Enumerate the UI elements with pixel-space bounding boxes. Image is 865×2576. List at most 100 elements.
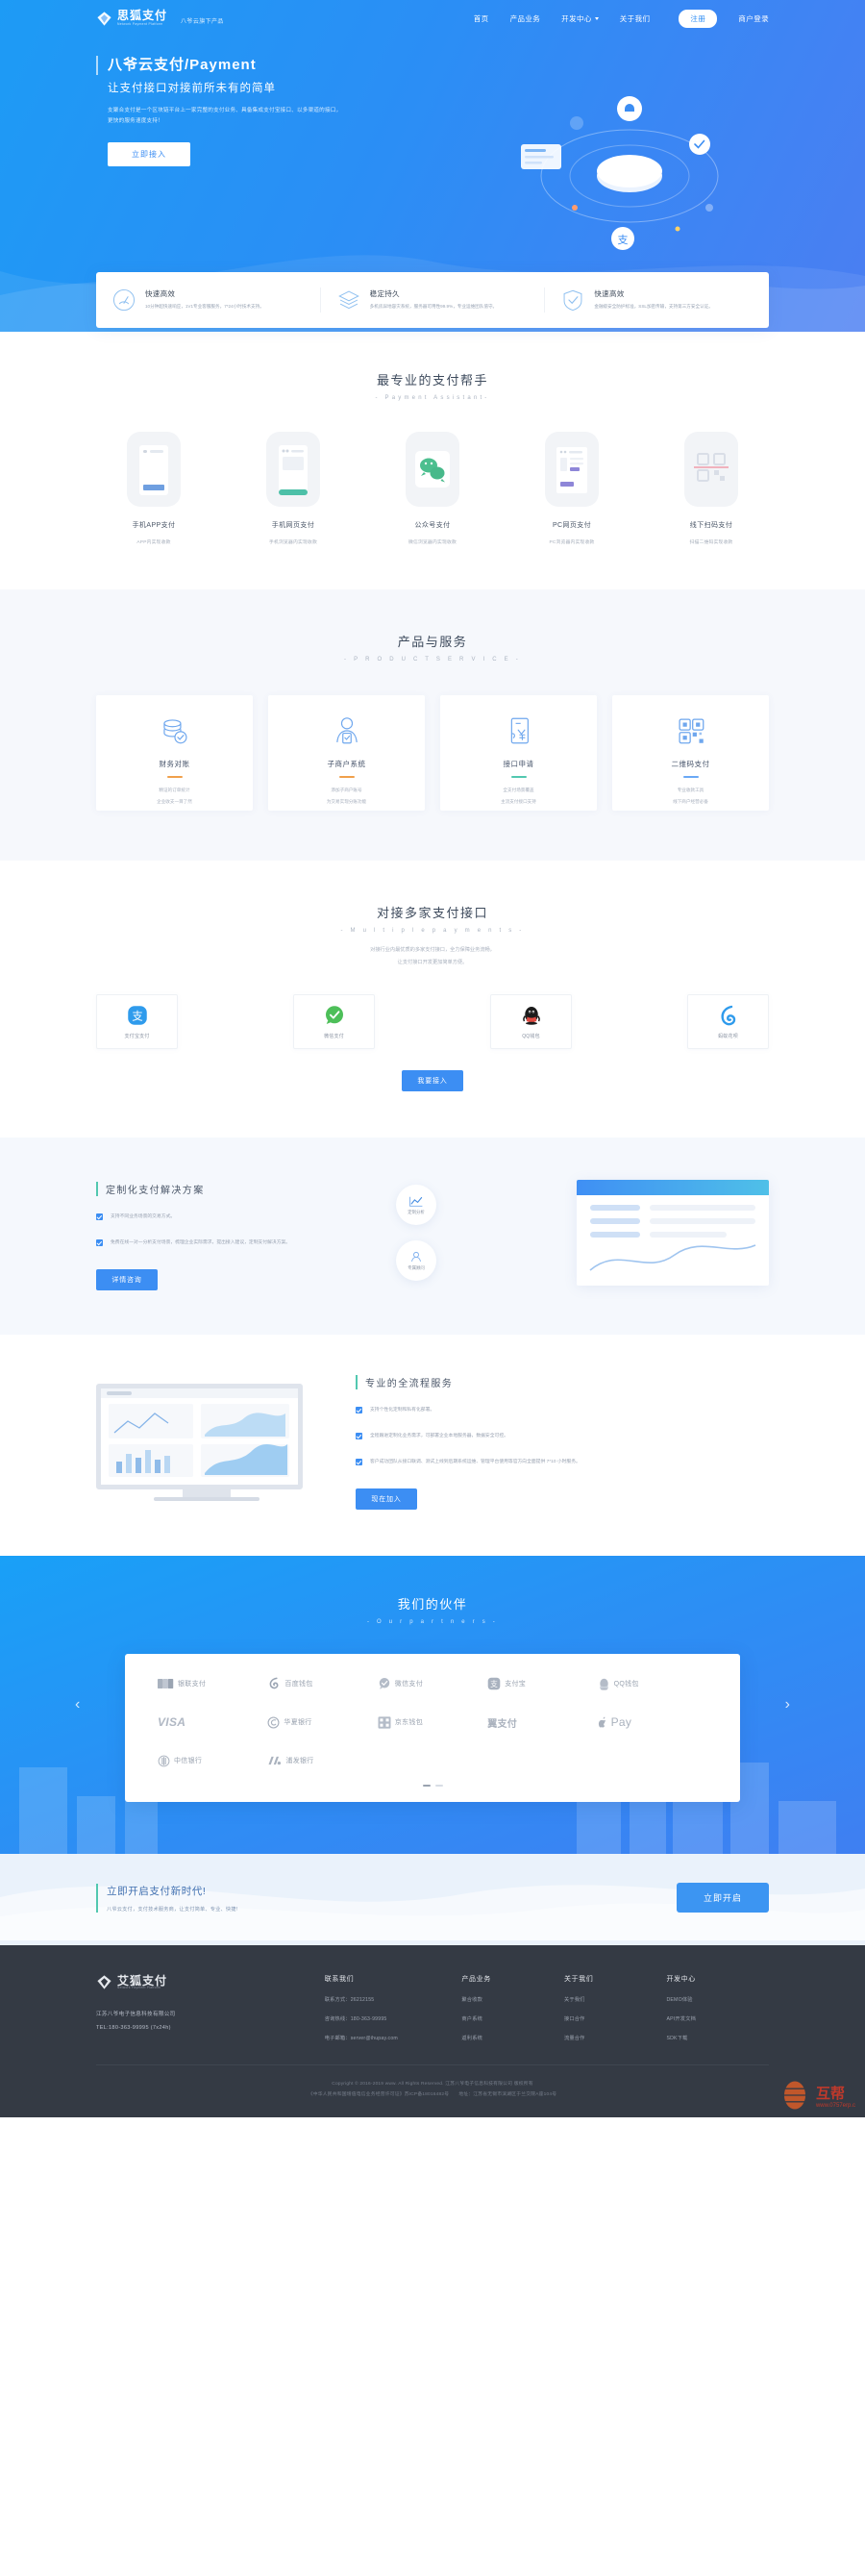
provider-label: 蚂蚁花呗: [718, 1033, 738, 1039]
process-cta-button[interactable]: 现在加入: [356, 1488, 417, 1511]
partner-jd-wallet[interactable]: 京东钱包: [378, 1713, 487, 1731]
partner-wechatpay[interactable]: 微信支付: [378, 1675, 487, 1692]
nav-label: 产品业务: [509, 13, 541, 23]
solution-row: 定制化支付解决方案 支持不同业务场景的交易方式。 免费在线一对一分析支付场景，梳…: [96, 1176, 769, 1290]
cta-start-button[interactable]: 立即开启: [677, 1883, 769, 1913]
footer-link[interactable]: 联系方式：26212155: [325, 1996, 462, 2003]
product-desc-1: 添加子商户账号: [331, 787, 362, 792]
chevron-right-icon[interactable]: ›: [785, 1696, 790, 1713]
section-subtitle: - Payment Assistant-: [375, 395, 490, 401]
site-logo[interactable]: 思狐支付 Network Payment Platform: [96, 10, 167, 26]
nav-item-about[interactable]: 关于我们: [620, 13, 651, 24]
logo-text-cn: 思狐支付: [117, 9, 168, 23]
footer-link[interactable]: API开发文档: [666, 2015, 769, 2022]
solution-bubbles: 定制分析 专属顾问: [384, 1185, 448, 1282]
footer-heading: 关于我们: [563, 1976, 594, 1984]
nav-item-home[interactable]: 首页: [474, 13, 489, 24]
provider-card-alipay[interactable]: 支 支付宝支付: [96, 993, 178, 1049]
product-card-reconciliation[interactable]: 财务对账 精证的订单统计 企业收支一目了然: [96, 695, 253, 811]
coins-check-icon: [162, 719, 186, 744]
chevron-down-icon: [594, 17, 599, 20]
footer-link[interactable]: 流量合作: [564, 2035, 667, 2041]
nav-item-products[interactable]: 产品业务: [510, 13, 541, 24]
provider-card-qqwallet[interactable]: QQ钱包: [490, 993, 572, 1049]
footer-logo[interactable]: 艾狐支付 Network Payment Platform: [96, 1974, 325, 1990]
wechatpay-icon: [325, 1006, 343, 1024]
product-service-section: 产品与服务 - P R O D U C T S E R V I C E - 财务…: [0, 589, 865, 861]
main-nav: 首页 产品业务 开发中心 关于我们 注册 商户登录: [474, 9, 769, 28]
product-desc-1: 全支付场景覆盖: [503, 787, 534, 792]
assistant-card-mobile-web[interactable]: 手机网页支付 手机浏览器内实现收款: [235, 432, 351, 545]
footer-link[interactable]: 商户系统: [461, 2015, 564, 2022]
footer-link[interactable]: 返利系统: [461, 2035, 564, 2041]
bubble-custom-analysis[interactable]: 定制分析: [396, 1185, 436, 1226]
assistant-card-official-account[interactable]: 公众号支付 微信浏览器内实现收款: [375, 432, 490, 545]
spdb-bank-icon: [268, 1757, 282, 1765]
section-title: 最专业的支付帮手: [376, 373, 488, 388]
section-title: 产品与服务: [397, 635, 468, 649]
product-card-sub-merchant[interactable]: 子商户系统 添加子商户账号 为交易实现分账功能: [268, 695, 425, 811]
multiple-cta-button[interactable]: 我要接入: [402, 1069, 463, 1091]
footer-link[interactable]: 咨询热线：180-363-99995: [325, 2015, 462, 2022]
page-root: 思狐支付 Network Payment Platform 八爷云旗下产品 首页…: [0, 0, 865, 2118]
bullet-text: 免费在线一对一分析支付场景，梳理企业实际需求，提出接入建议，定制支付解决方案。: [111, 1239, 291, 1245]
qqwallet-icon: [599, 1678, 608, 1690]
bubble-dedicated-advisor[interactable]: 专属顾问: [396, 1240, 436, 1282]
baidu-wallet-icon: [270, 1677, 279, 1689]
process-row: 专业的全流程服务 支持个性化定制和私有化部署。 全程跟进定制化业务需求，可部署企…: [96, 1375, 769, 1511]
provider-card-wechatpay[interactable]: 微信支付: [293, 993, 375, 1049]
partner-label: 中信银行: [174, 1758, 203, 1765]
provider-card-huabei[interactable]: 蚂蚁花呗: [687, 993, 769, 1049]
partner-label: QQ钱包: [613, 1681, 639, 1688]
partner-unionpay[interactable]: 银联支付: [158, 1675, 267, 1692]
footer-link[interactable]: 聚合收款: [461, 1996, 564, 2003]
accent-divider: [510, 776, 527, 778]
partner-visa[interactable]: VISA: [158, 1713, 267, 1731]
footer-link[interactable]: SDK下载: [666, 2035, 769, 2041]
product-card-api-apply[interactable]: 接口申请 全支付场景覆盖 主流支付接口支持: [440, 695, 597, 811]
process-title: 专业的全流程服务: [356, 1375, 769, 1389]
partner-baidu-wallet[interactable]: 百度钱包: [267, 1675, 377, 1692]
footer-link[interactable]: DEMO体验: [666, 1996, 769, 2003]
solution-cta-button[interactable]: 详情咨询: [96, 1269, 158, 1290]
hero-cta-button[interactable]: 立即接入: [108, 141, 190, 166]
hero-content: 八爷云支付/Payment 让支付接口对接前所未有的简单 支聚合支付是一个区块链…: [96, 37, 769, 250]
user-support-icon: [411, 1252, 421, 1263]
cta-text-block: 立即开启支付新时代! 八爷云支付，支付技术服务商，让支付简单、专业、快捷!: [96, 1883, 237, 1913]
carousel-dots[interactable]: [158, 1785, 707, 1788]
footer-link[interactable]: 电子邮箱：server@ihupay.com: [325, 2035, 462, 2041]
partner-alipay[interactable]: 支 支付宝: [487, 1675, 597, 1692]
footer-link[interactable]: 接口合作: [564, 2015, 667, 2022]
footer-column-products: 产品业务 聚合收款 商户系统 返利系统: [461, 1974, 564, 2041]
partner-qqwallet[interactable]: QQ钱包: [598, 1675, 707, 1692]
check-icon: [356, 1433, 362, 1440]
carousel-dot-1[interactable]: [422, 1785, 431, 1788]
register-button[interactable]: 注册: [679, 9, 718, 28]
chevron-left-icon[interactable]: ‹: [75, 1696, 80, 1713]
nav-item-dev-center[interactable]: 开发中心: [561, 13, 599, 24]
wechat-official-icon: [406, 432, 459, 507]
section-note-1: 对接行业内最优质的多家支付接口，全力保障业务流畅，: [370, 947, 495, 953]
speedometer-icon: [112, 288, 136, 312]
partner-yizhifu[interactable]: 翼支付: [487, 1713, 597, 1731]
footer-brand-block: 艾狐支付 Network Payment Platform 江苏八爷电子信息科技…: [96, 1974, 325, 2041]
section-subtitle: - O u r p a r t n e r s -: [366, 1619, 498, 1626]
product-card-qrcode[interactable]: 二维码支付 专业收款工具 线下商户经营必备: [612, 695, 769, 811]
assistant-card-pc-web[interactable]: PC网页支付 PC浏览器内实现收款: [514, 432, 630, 545]
monitor-screen: [96, 1384, 303, 1490]
footer-link[interactable]: 关于我们: [564, 1996, 667, 2003]
section-title: 我们的伙伴: [397, 1597, 468, 1613]
process-text-block: 专业的全流程服务 支持个性化定制和私有化部署。 全程跟进定制化业务需求，可部署企…: [356, 1375, 769, 1511]
footer-logo-en: Network Payment Platform: [117, 1986, 161, 1990]
partner-huaxia-bank[interactable]: 华夏银行: [267, 1713, 377, 1731]
merchant-login-link[interactable]: 商户登录: [738, 13, 769, 24]
assistant-card-app[interactable]: 手机APP支付 APP内实现收款: [96, 432, 211, 545]
partner-apple-pay[interactable]: Pay: [598, 1713, 707, 1731]
partner-spdb-bank[interactable]: 浦发银行: [267, 1752, 377, 1769]
carousel-dot-2[interactable]: [434, 1785, 443, 1788]
assistant-card-offline-qr[interactable]: 线下扫码支付 扫描二维码实现收款: [654, 432, 769, 545]
payment-provider-grid: 支 支付宝支付 微信支付 QQ钱包 蚂蚁花呗: [96, 993, 769, 1049]
assistant-desc: APP内实现收款: [136, 540, 171, 545]
footer-column-dev: 开发中心 DEMO体验 API开发文档 SDK下载: [666, 1974, 769, 2041]
partner-citic-bank[interactable]: 中信银行: [158, 1752, 267, 1769]
